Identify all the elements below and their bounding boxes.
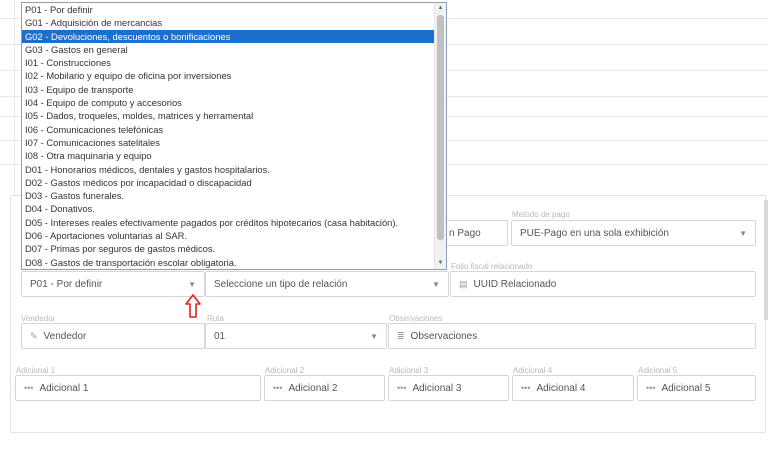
dropdown-scrollbar[interactable]: ▲ ▼: [434, 3, 446, 269]
dropdown-option[interactable]: I08 - Otra maquinaria y equipo: [22, 149, 434, 162]
uso-cfdi-dropdown-list[interactable]: P01 - Por definir G01 - Adquisición de m…: [21, 2, 447, 270]
dropdown-option[interactable]: D04 - Donativos.: [22, 202, 434, 215]
observaciones-placeholder: Observaciones: [410, 330, 478, 342]
dropdown-option[interactable]: D03 - Gastos funerales.: [22, 189, 434, 202]
ruta-select[interactable]: 01 ▼: [205, 323, 387, 349]
metodo-pago-label: Metodo de pago: [512, 210, 570, 219]
dropdown-option[interactable]: G01 - Adquisición de mercancias: [22, 16, 434, 29]
adicional-2-placeholder: Adicional 2: [288, 382, 338, 394]
dropdown-option[interactable]: D05 - Intereses reales efectivamente pag…: [22, 216, 434, 229]
dropdown-option[interactable]: D02 - Gastos médicos por incapacidad o d…: [22, 176, 434, 189]
scroll-up-arrow-icon[interactable]: ▲: [435, 3, 446, 14]
uuid-placeholder: UUID Relacionado: [473, 278, 557, 290]
adicional-4-label: Adicional 4: [513, 366, 553, 375]
dropdown-option[interactable]: D01 - Honorarios médicos, dentales y gas…: [22, 163, 434, 176]
adicional-1-label: Adicional 1: [16, 366, 56, 375]
dropdown-option[interactable]: D06 - Aportaciones voluntarias al SAR.: [22, 229, 434, 242]
forma-pago-value: n Pago: [449, 227, 481, 239]
dropdown-option[interactable]: I07 - Comunicaciones satelitales: [22, 136, 434, 149]
annotation-arrow-icon: [185, 294, 201, 318]
adicional-3-input[interactable]: ••• Adicional 3: [388, 375, 509, 401]
adicional-2-input[interactable]: ••• Adicional 2: [264, 375, 385, 401]
dots-icon: •••: [273, 383, 283, 393]
uso-cfdi-value: P01 - Por definir: [30, 278, 103, 290]
chevron-down-icon: ▼: [188, 280, 196, 289]
metodo-pago-select[interactable]: PUE-Pago en una sola exhibición ▼: [511, 220, 756, 246]
dropdown-option[interactable]: D07 - Primas por seguros de gastos médic…: [22, 242, 434, 255]
observaciones-label: Observaciones: [389, 314, 443, 323]
bg-column-line: [14, 0, 15, 195]
adicional-1-input[interactable]: ••• Adicional 1: [15, 375, 261, 401]
adicional-3-placeholder: Adicional 3: [412, 382, 462, 394]
adicional-3-label: Adicional 3: [389, 366, 429, 375]
dots-icon: •••: [24, 383, 34, 393]
vendedor-placeholder: Vendedor: [43, 330, 87, 342]
dots-icon: •••: [646, 383, 656, 393]
dropdown-option[interactable]: I04 - Equipo de computo y accesorios: [22, 96, 434, 109]
uso-cfdi-select[interactable]: P01 - Por definir ▼: [21, 271, 205, 297]
adicional-5-placeholder: Adicional 5: [661, 382, 711, 394]
dropdown-option[interactable]: I01 - Construcciones: [22, 56, 434, 69]
tipo-relacion-value: Seleccione un tipo de relación: [214, 278, 348, 290]
ruta-label: Ruta: [207, 314, 224, 323]
list-icon: ≣: [397, 330, 405, 341]
file-icon: ▤: [459, 278, 468, 289]
dots-icon: •••: [521, 383, 531, 393]
adicional-2-label: Adicional 2: [265, 366, 305, 375]
dropdown-option[interactable]: I05 - Dados, troqueles, moldes, matrices…: [22, 109, 434, 122]
page-scroll-edge: [764, 200, 768, 320]
adicional-5-label: Adicional 5: [638, 366, 678, 375]
scrollbar-thumb[interactable]: [437, 15, 444, 240]
chevron-down-icon: ▼: [739, 229, 747, 238]
dropdown-option[interactable]: I02 - Mobilario y equipo de oficina por …: [22, 69, 434, 82]
folio-fiscal-label: Folio fiscal relacionado: [451, 262, 533, 271]
observaciones-input[interactable]: ≣ Observaciones: [388, 323, 756, 349]
uuid-relacionado-input[interactable]: ▤ UUID Relacionado: [450, 271, 756, 297]
adicional-1-placeholder: Adicional 1: [39, 382, 89, 394]
dropdown-options: P01 - Por definir G01 - Adquisición de m…: [22, 3, 446, 269]
adicional-4-placeholder: Adicional 4: [536, 382, 586, 394]
dropdown-option[interactable]: I03 - Equipo de transporte: [22, 83, 434, 96]
ruta-value: 01: [214, 330, 226, 342]
chevron-down-icon: ▼: [432, 280, 440, 289]
forma-pago-select[interactable]: n Pago: [440, 220, 508, 246]
vendedor-label: Vendedor: [21, 314, 56, 323]
vendedor-input[interactable]: ✎ Vendedor: [21, 323, 205, 349]
tipo-relacion-select[interactable]: Seleccione un tipo de relación ▼: [205, 271, 449, 297]
dropdown-option[interactable]: I06 - Comunicaciones telefónicas: [22, 123, 434, 136]
metodo-pago-value: PUE-Pago en una sola exhibición: [520, 227, 669, 239]
chevron-down-icon: ▼: [370, 332, 378, 341]
edit-icon: ✎: [30, 330, 38, 341]
dots-icon: •••: [397, 383, 407, 393]
dropdown-option[interactable]: P01 - Por definir: [22, 3, 434, 16]
adicional-5-input[interactable]: ••• Adicional 5: [637, 375, 756, 401]
adicional-4-input[interactable]: ••• Adicional 4: [512, 375, 634, 401]
dropdown-option[interactable]: G03 - Gastos en general: [22, 43, 434, 56]
scroll-down-arrow-icon[interactable]: ▼: [435, 258, 446, 269]
dropdown-option[interactable]: D08 - Gastos de transportación escolar o…: [22, 256, 434, 269]
dropdown-option[interactable]: G02 - Devoluciones, descuentos o bonific…: [22, 29, 434, 43]
